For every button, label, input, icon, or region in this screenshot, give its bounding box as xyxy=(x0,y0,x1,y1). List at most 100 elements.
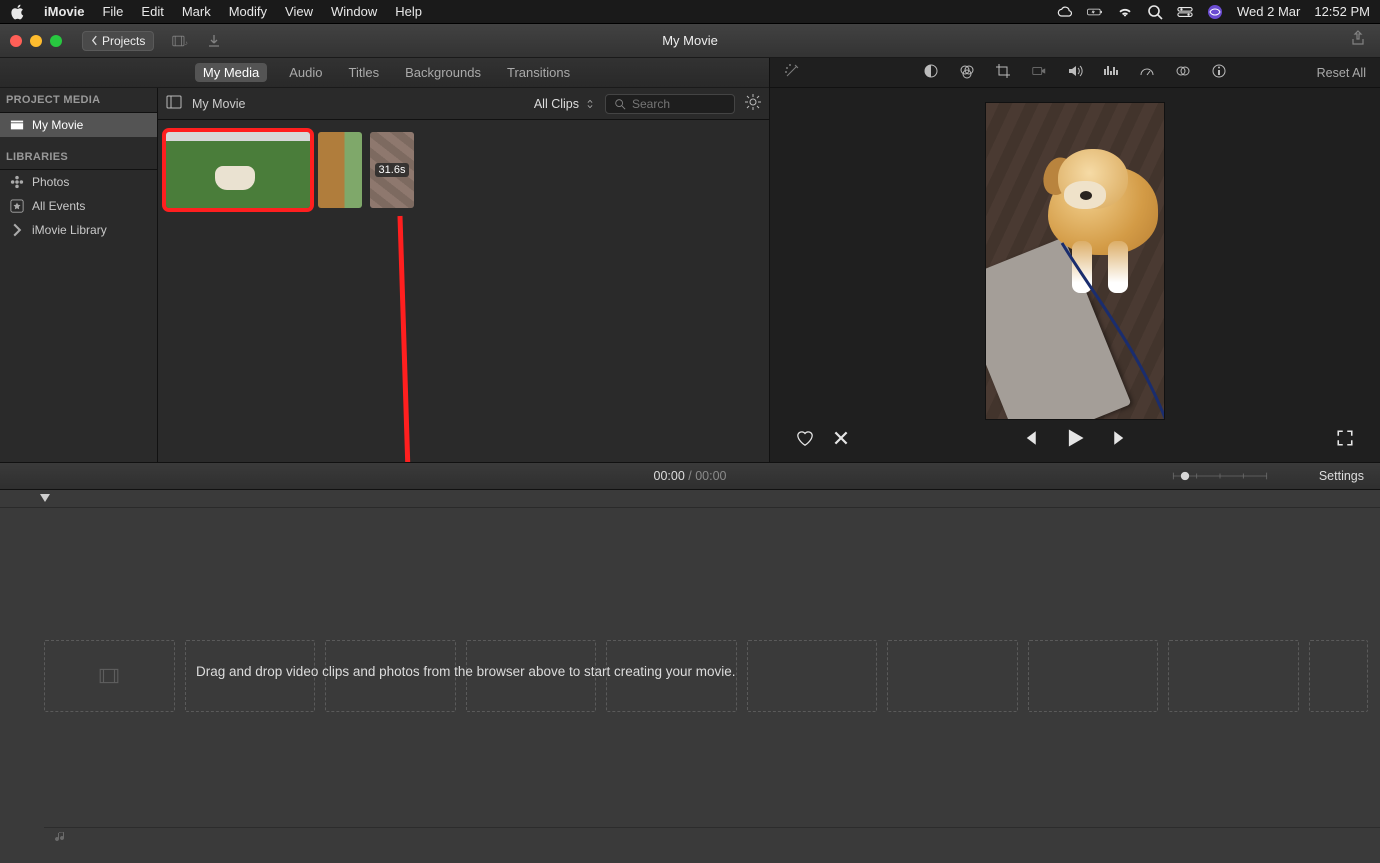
clip-thumbnail-2[interactable] xyxy=(318,132,362,208)
control-center-icon[interactable] xyxy=(1177,4,1193,20)
sidebar-item-label: iMovie Library xyxy=(32,223,107,237)
clip-duration-badge: 31.6s xyxy=(375,163,410,177)
clip-thumbnail-3[interactable]: 31.6s xyxy=(370,132,414,208)
wifi-icon[interactable] xyxy=(1117,4,1133,20)
search-field[interactable] xyxy=(605,94,735,114)
window-minimize-button[interactable] xyxy=(30,35,42,47)
timecode-current: 00:00 xyxy=(654,469,685,483)
clips-filter-dropdown[interactable]: All Clips xyxy=(534,97,595,111)
siri-icon[interactable] xyxy=(1207,4,1223,20)
fullscreen-icon[interactable] xyxy=(1336,429,1354,452)
filters-icon[interactable] xyxy=(1175,63,1191,82)
clip-thumbnail-1[interactable] xyxy=(166,132,310,208)
projects-back-label: Projects xyxy=(102,34,145,48)
speed-icon[interactable] xyxy=(1139,63,1155,82)
drop-cell[interactable] xyxy=(1028,640,1159,712)
menubar-date[interactable]: Wed 2 Mar xyxy=(1237,4,1300,19)
photos-flower-icon xyxy=(10,175,24,189)
spotlight-icon[interactable] xyxy=(1147,4,1163,20)
drop-cell[interactable] xyxy=(887,640,1018,712)
prev-frame-button[interactable] xyxy=(1020,429,1038,452)
tab-audio[interactable]: Audio xyxy=(285,63,326,82)
apple-menu-icon[interactable] xyxy=(10,4,26,20)
tab-transitions[interactable]: Transitions xyxy=(503,63,574,82)
reset-all-button[interactable]: Reset All xyxy=(1317,66,1366,80)
sidebar-item-imovie-library[interactable]: iMovie Library xyxy=(0,218,157,242)
sidebar-collapse-icon[interactable] xyxy=(166,94,182,113)
color-balance-icon[interactable] xyxy=(923,63,939,82)
media-split: PROJECT MEDIA My Movie LIBRARIES Photos xyxy=(0,88,769,462)
sidebar-item-my-movie[interactable]: My Movie xyxy=(0,113,157,137)
media-header-title: My Movie xyxy=(192,97,245,111)
menubar-item-view[interactable]: View xyxy=(285,4,313,19)
timeline-ruler[interactable] xyxy=(0,490,1380,508)
tab-my-media[interactable]: My Media xyxy=(195,63,267,82)
reject-icon[interactable] xyxy=(832,429,850,452)
media-sidebar: PROJECT MEDIA My Movie LIBRARIES Photos xyxy=(0,88,158,462)
battery-icon[interactable] xyxy=(1087,4,1103,20)
media-browser-pane: My Media Audio Titles Backgrounds Transi… xyxy=(0,58,770,462)
timeline[interactable]: Drag and drop video clips and photos fro… xyxy=(0,490,1380,863)
stabilization-icon[interactable] xyxy=(1031,63,1047,82)
magic-wand-icon[interactable] xyxy=(784,63,800,82)
sidebar-item-label: All Events xyxy=(32,199,85,213)
import-icon[interactable] xyxy=(206,33,222,49)
music-note-icon xyxy=(54,830,68,844)
sidebar-item-all-events[interactable]: All Events xyxy=(0,194,157,218)
menubar-right-group: Wed 2 Mar 12:52 PM xyxy=(1057,4,1370,20)
timeline-header: 00:00 / 00:00 Settings xyxy=(0,462,1380,490)
chevron-right-icon xyxy=(10,223,24,237)
media-area: My Movie All Clips xyxy=(158,88,769,462)
sidebar-section-libraries: LIBRARIES xyxy=(0,145,157,169)
menubar-time[interactable]: 12:52 PM xyxy=(1314,4,1370,19)
info-icon[interactable] xyxy=(1211,63,1227,82)
upper-content: My Media Audio Titles Backgrounds Transi… xyxy=(0,58,1380,462)
projects-back-button[interactable]: Projects xyxy=(82,31,154,51)
window-titlebar: Projects ♪ My Movie xyxy=(0,24,1380,58)
drop-cell[interactable] xyxy=(747,640,878,712)
media-header: My Movie All Clips xyxy=(158,88,769,120)
creative-cloud-icon[interactable] xyxy=(1057,4,1073,20)
menubar-item-file[interactable]: File xyxy=(102,4,123,19)
menubar-app-name[interactable]: iMovie xyxy=(44,4,84,19)
menubar-item-window[interactable]: Window xyxy=(331,4,377,19)
video-preview[interactable] xyxy=(985,102,1165,420)
menubar-item-help[interactable]: Help xyxy=(395,4,422,19)
share-icon[interactable] xyxy=(1350,30,1366,51)
automatic-content-icon[interactable]: ♪ xyxy=(172,33,188,49)
next-frame-button[interactable] xyxy=(1112,429,1130,452)
sidebar-item-label: My Movie xyxy=(32,118,83,132)
window-close-button[interactable] xyxy=(10,35,22,47)
macos-menubar: iMovie File Edit Mark Modify View Window… xyxy=(0,0,1380,24)
playback-controls xyxy=(770,420,1380,460)
traffic-lights xyxy=(10,35,62,47)
crop-icon[interactable] xyxy=(995,63,1011,82)
color-correction-icon[interactable] xyxy=(959,63,975,82)
media-settings-icon[interactable] xyxy=(745,94,761,113)
timeline-settings-button[interactable]: Settings xyxy=(1319,469,1364,483)
updown-chevron-icon xyxy=(585,99,595,109)
noise-equalizer-icon[interactable] xyxy=(1103,63,1119,82)
drop-cell[interactable] xyxy=(44,640,175,712)
search-icon xyxy=(614,98,626,110)
menubar-item-modify[interactable]: Modify xyxy=(229,4,267,19)
sidebar-item-label: Photos xyxy=(32,175,69,189)
drop-cell[interactable] xyxy=(1168,640,1299,712)
playhead-icon[interactable] xyxy=(40,494,50,502)
window-fullscreen-button[interactable] xyxy=(50,35,62,47)
drop-cell[interactable] xyxy=(1309,640,1368,712)
zoom-slider[interactable] xyxy=(1170,469,1270,483)
audio-lane[interactable] xyxy=(44,827,1380,845)
play-button[interactable] xyxy=(1064,427,1086,454)
search-input[interactable] xyxy=(632,97,722,111)
volume-icon[interactable] xyxy=(1067,63,1083,82)
menubar-item-mark[interactable]: Mark xyxy=(182,4,211,19)
menubar-item-edit[interactable]: Edit xyxy=(141,4,163,19)
sidebar-item-photos[interactable]: Photos xyxy=(0,170,157,194)
tab-titles[interactable]: Titles xyxy=(345,63,384,82)
timeline-drop-hint: Drag and drop video clips and photos fro… xyxy=(196,664,736,679)
preview-wrap xyxy=(770,88,1380,462)
favorite-icon[interactable] xyxy=(796,429,814,452)
tab-backgrounds[interactable]: Backgrounds xyxy=(401,63,485,82)
preview-pane: Reset All xyxy=(770,58,1380,462)
